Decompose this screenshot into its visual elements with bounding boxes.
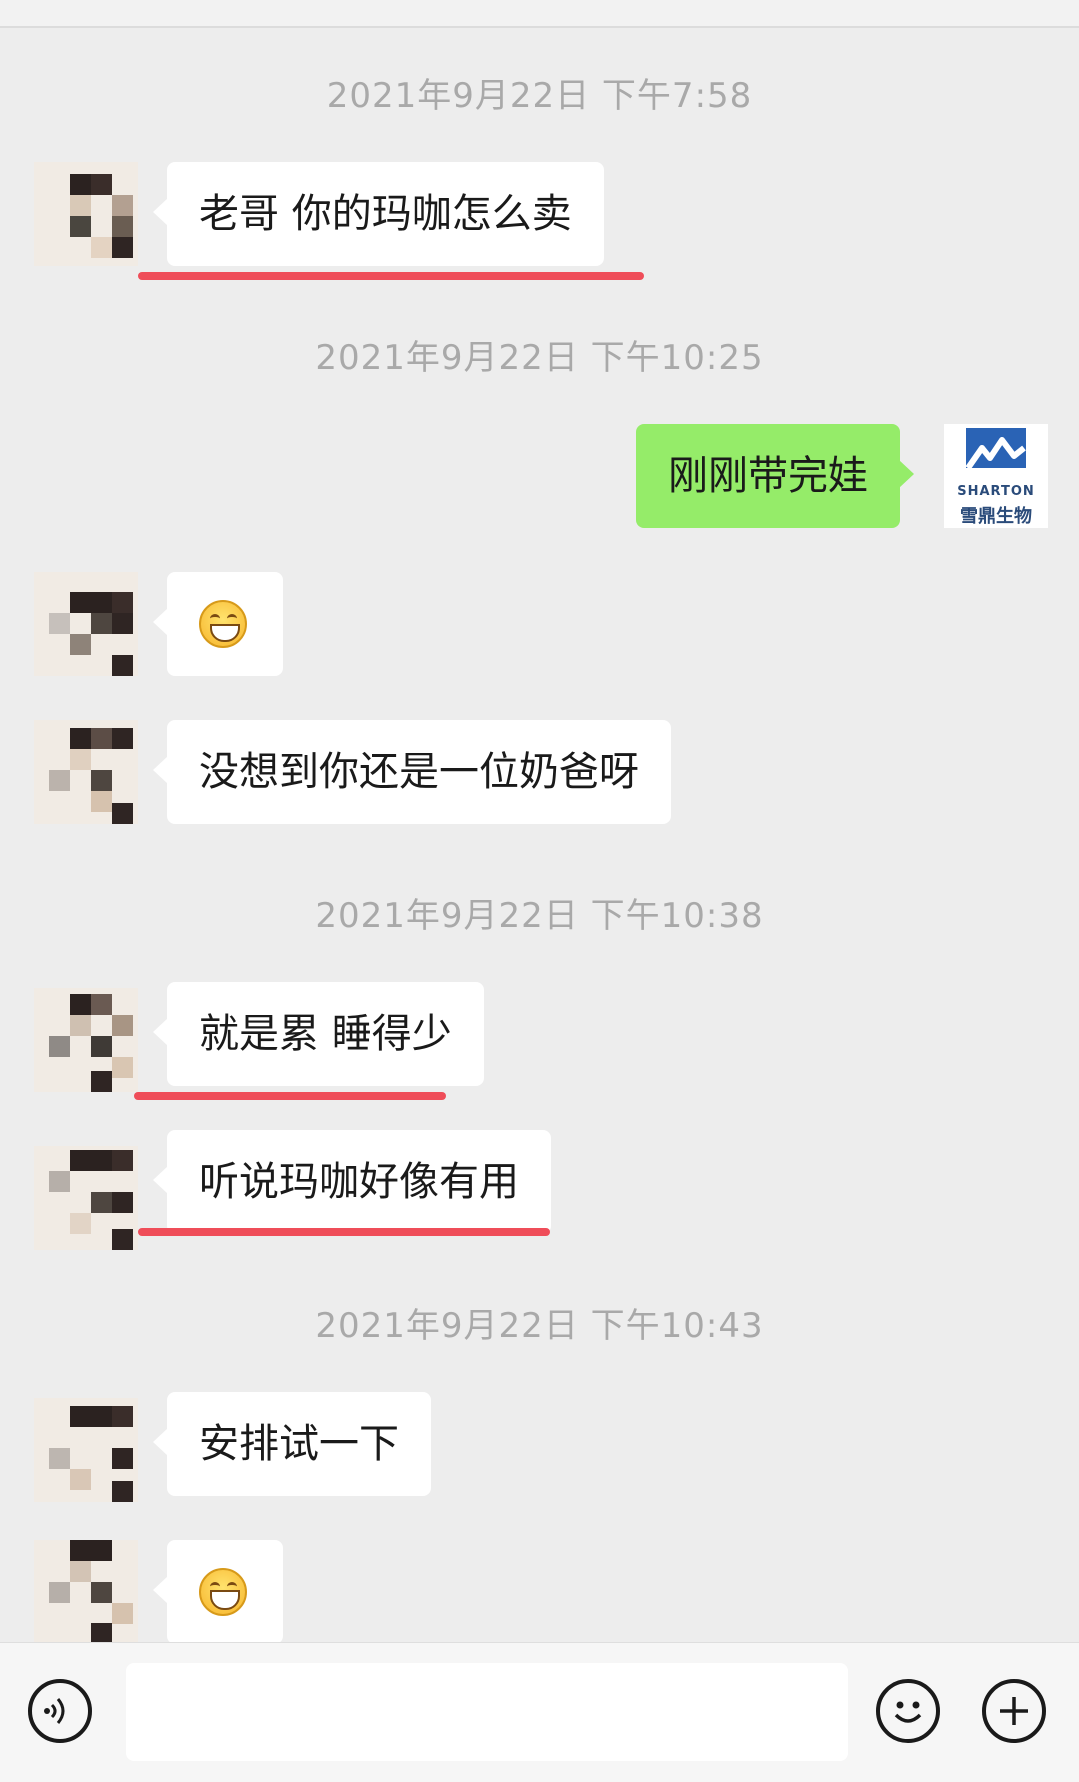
- contact-avatar[interactable]: [34, 572, 138, 676]
- highlight-underline: [138, 272, 644, 280]
- message-bubble[interactable]: 老哥 你的玛咖怎么卖: [153, 162, 604, 266]
- message-bubble[interactable]: [153, 572, 283, 676]
- brand-logo-cn: 雪鼎生物: [960, 506, 1032, 527]
- emoji-icon[interactable]: [876, 1679, 940, 1743]
- highlight-underline: [134, 1092, 446, 1100]
- message-bubble-self[interactable]: 刚刚带完娃: [636, 424, 914, 528]
- self-avatar[interactable]: SHARTON 雪鼎生物: [944, 424, 1048, 528]
- timestamp: 2021年9月22日 下午10:25: [315, 338, 764, 378]
- contact-avatar[interactable]: [34, 1540, 138, 1644]
- brand-logo-en: SHARTON: [957, 484, 1035, 499]
- highlight-underline: [138, 1228, 550, 1236]
- message-bubble[interactable]: [153, 1540, 283, 1644]
- timestamp: 2021年9月22日 下午10:38: [315, 896, 764, 936]
- top-bar: [0, 0, 1079, 28]
- message-bubble[interactable]: 安排试一下: [153, 1392, 431, 1496]
- voice-icon[interactable]: [28, 1679, 92, 1743]
- brand-logo: [966, 428, 1026, 480]
- timestamp: 2021年9月22日 下午10:43: [315, 1306, 764, 1346]
- grinning-face-emoji-icon: [199, 600, 247, 648]
- plus-icon[interactable]: [982, 1679, 1046, 1743]
- contact-avatar[interactable]: [34, 162, 138, 266]
- timestamp: 2021年9月22日 下午7:58: [326, 76, 753, 116]
- message-bubble[interactable]: 就是累 睡得少: [153, 982, 484, 1086]
- contact-avatar[interactable]: [34, 720, 138, 824]
- message-input[interactable]: [126, 1663, 848, 1761]
- grinning-face-emoji-icon: [199, 1568, 247, 1616]
- contact-avatar[interactable]: [34, 1146, 138, 1250]
- message-bubble[interactable]: 没想到你还是一位奶爸呀: [153, 720, 671, 824]
- contact-avatar[interactable]: [34, 1398, 138, 1502]
- message-bubble[interactable]: 听说玛咖好像有用: [153, 1130, 551, 1234]
- contact-avatar[interactable]: [34, 988, 138, 1092]
- input-bar: [0, 1642, 1079, 1782]
